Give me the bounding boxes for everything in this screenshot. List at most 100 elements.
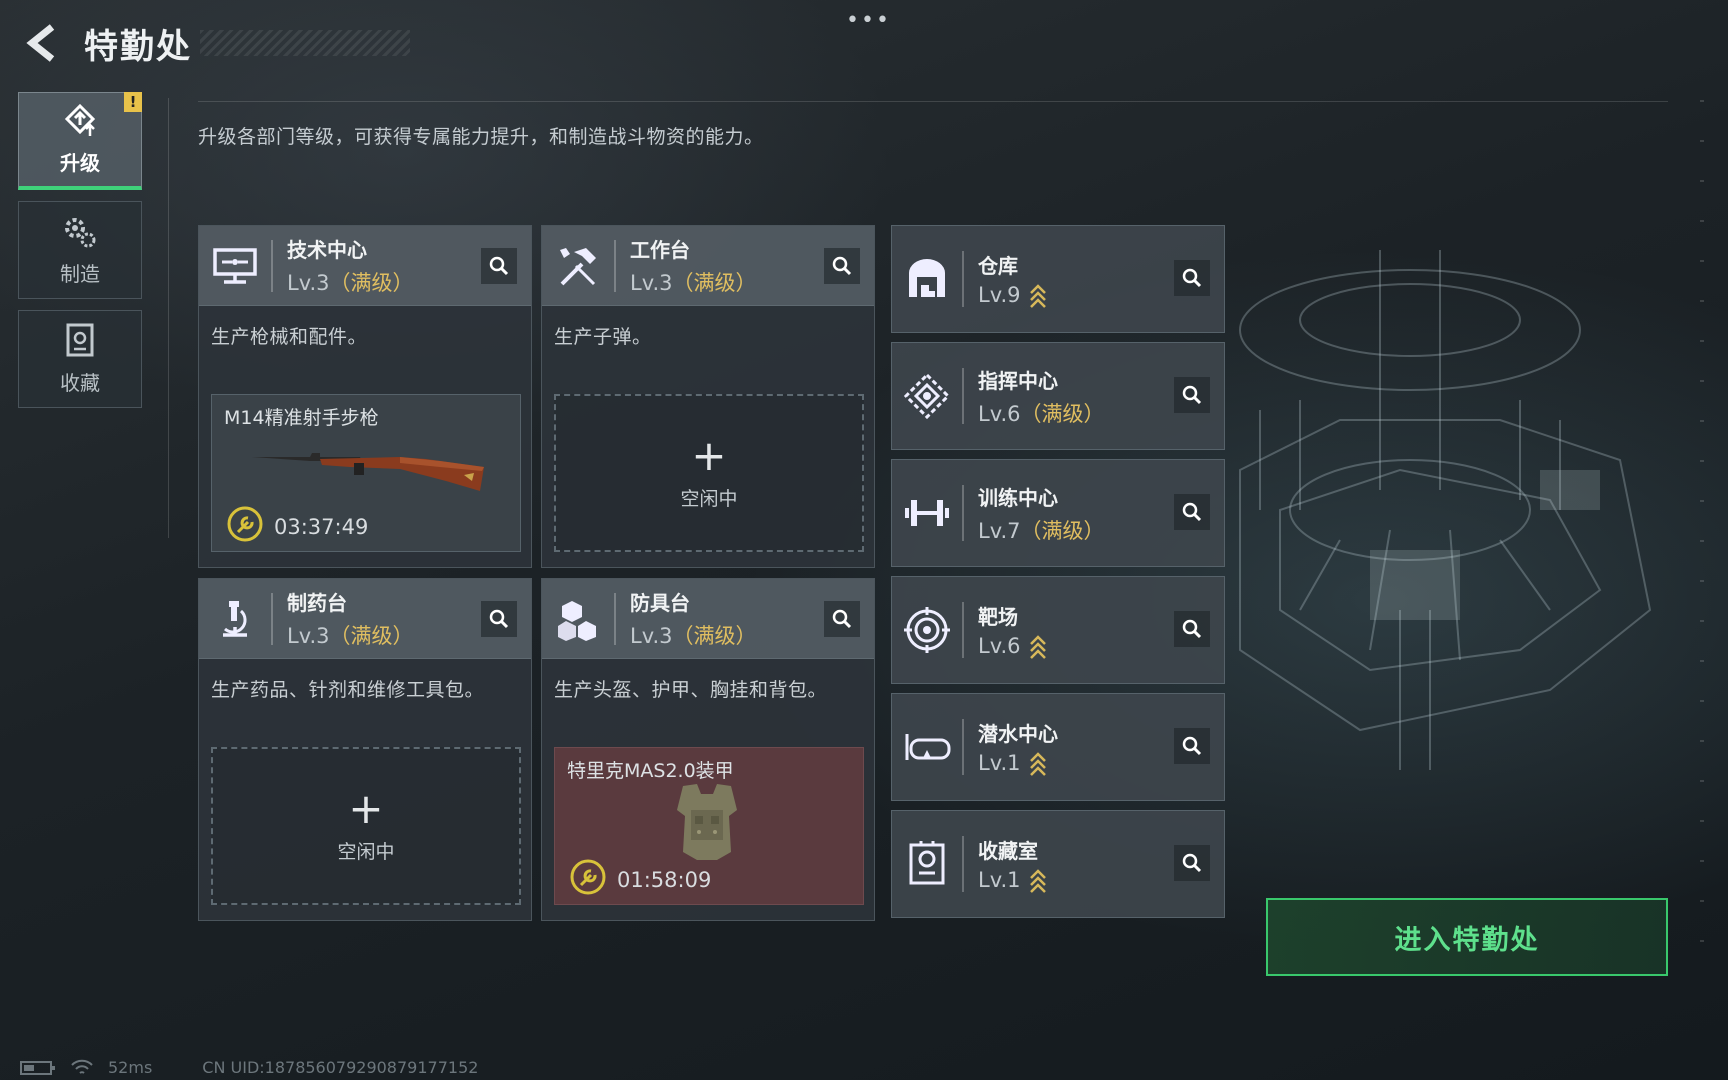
back-button[interactable]	[20, 21, 64, 65]
search-button[interactable]	[1174, 260, 1210, 296]
card-level: Lv.3	[630, 624, 673, 648]
search-button[interactable]	[1174, 377, 1210, 413]
card-header: 技术中心 Lv.3（满级）	[199, 226, 531, 306]
user-uid: CN UID:1878560792908791771​52	[202, 1058, 479, 1077]
production-timer: 03:37:49	[274, 515, 369, 539]
upgrade-available-icon	[1029, 283, 1046, 308]
full-level-tag: （满级）	[329, 624, 414, 648]
add-icon: +	[348, 783, 384, 833]
nav-tab-craft[interactable]: 制造	[18, 201, 142, 299]
search-button[interactable]	[1174, 845, 1210, 881]
card-workbench[interactable]: 工作台 Lv.3（满级） 生产子弹。 + 空闲中	[541, 225, 875, 568]
card-name: 工作台	[630, 238, 690, 262]
search-button[interactable]	[824, 601, 860, 637]
left-nav: ! 升级 制造 收藏	[18, 92, 144, 419]
card-collection-room[interactable]: 收藏室 Lv.1	[891, 810, 1225, 918]
search-button[interactable]	[1174, 494, 1210, 530]
card-name: 训练中心	[978, 485, 1058, 510]
search-button[interactable]	[481, 601, 517, 637]
search-button[interactable]	[481, 248, 517, 284]
card-name: 技术中心	[287, 238, 367, 262]
card-description: 生产子弹。	[554, 326, 652, 348]
card-training-center[interactable]: 训练中心 Lv.7（满级）	[891, 459, 1225, 567]
card-name: 仓库	[978, 253, 1018, 278]
wrench-timer-icon	[227, 506, 263, 542]
collection-room-icon	[892, 814, 962, 914]
status-footer: 52ms CN UID:1878560792908791771​52	[20, 1058, 478, 1077]
card-name: 制药台	[287, 591, 347, 615]
upgrade-available-icon	[1029, 634, 1046, 659]
search-icon	[1182, 268, 1202, 288]
page-description: 升级各部门等级，可获得专属能力提升，和制造战斗物资的能力。	[198, 126, 764, 148]
full-level-tag: （满级）	[1020, 401, 1105, 426]
rifle-icon	[252, 453, 484, 491]
card-name: 靶场	[978, 604, 1018, 629]
enter-button-label: 进入特勤处	[1394, 924, 1540, 956]
production-slot[interactable]: 特里克MAS2.0装甲 01:58:09	[554, 747, 864, 905]
enter-facility-button[interactable]: 进入特勤处	[1266, 898, 1668, 976]
card-name: 指挥中心	[978, 368, 1058, 393]
separator	[271, 239, 273, 292]
add-icon: +	[691, 430, 727, 480]
search-button[interactable]	[1174, 728, 1210, 764]
divider	[198, 101, 1668, 102]
search-icon	[832, 256, 852, 276]
header: 特勤处	[20, 18, 192, 68]
search-icon	[832, 609, 852, 629]
idle-slot[interactable]: + 空闲中	[554, 394, 864, 552]
card-level: Lv.3	[287, 624, 330, 648]
card-header: 防具台 Lv.3（满级）	[542, 579, 874, 659]
card-warehouse[interactable]: 仓库 Lv.9	[891, 225, 1225, 333]
facility-wireframe-illustration	[1239, 250, 1652, 770]
nav-tab-label: 升级	[60, 151, 100, 175]
production-slot[interactable]: M14精准射手步枪 03:37:49	[211, 394, 521, 552]
collection-icon	[66, 323, 94, 356]
separator	[614, 239, 616, 292]
card-description: 生产药品、针剂和维修工具包。	[211, 679, 485, 701]
gears-icon	[65, 217, 96, 247]
command-center-icon	[892, 346, 962, 446]
search-icon	[489, 256, 509, 276]
separator	[962, 485, 964, 541]
ping-value: 52ms	[108, 1058, 153, 1077]
card-name: 防具台	[630, 591, 690, 615]
card-pharmacy[interactable]: 制药台 Lv.3（满级） 生产药品、针剂和维修工具包。 + 空闲中	[198, 578, 532, 921]
separator	[271, 592, 273, 645]
computer-icon	[199, 226, 271, 306]
warehouse-icon	[892, 229, 962, 329]
search-button[interactable]	[1174, 611, 1210, 647]
title-decoration	[200, 30, 410, 56]
wifi-icon	[71, 1059, 93, 1074]
production-timer: 01:58:09	[617, 868, 712, 892]
card-name: 潜水中心	[978, 721, 1058, 746]
idle-slot[interactable]: + 空闲中	[211, 747, 521, 905]
card-level: Lv.3	[287, 271, 330, 295]
search-icon	[1182, 736, 1202, 756]
card-level: Lv.1	[978, 867, 1021, 892]
menu-dots[interactable]: •••	[846, 8, 891, 33]
search-icon	[1182, 385, 1202, 405]
card-diving-center[interactable]: 潜水中心 Lv.1	[891, 693, 1225, 801]
card-armory[interactable]: 防具台 Lv.3（满级） 生产头盔、护甲、胸挂和背包。 特里克MAS2.0装甲 …	[541, 578, 875, 921]
nav-tab-upgrade[interactable]: ! 升级	[18, 92, 142, 190]
full-level-tag: （满级）	[672, 624, 757, 648]
card-tech-center[interactable]: 技术中心 Lv.3（满级） 生产枪械和配件。 M14精准射手步枪 03:37:4…	[198, 225, 532, 568]
separator	[962, 602, 964, 658]
card-level: Lv.6	[978, 633, 1021, 658]
separator	[962, 251, 964, 307]
nav-tab-collection[interactable]: 收藏	[18, 310, 142, 408]
search-icon	[489, 609, 509, 629]
search-button[interactable]	[824, 248, 860, 284]
card-shooting-range[interactable]: 靶场 Lv.6	[891, 576, 1225, 684]
notification-badge: !	[124, 92, 142, 112]
item-name: M14精准射手步枪	[224, 407, 379, 429]
card-level: Lv.3	[630, 271, 673, 295]
card-name: 收藏室	[978, 838, 1038, 863]
full-level-tag: （满级）	[1020, 518, 1105, 543]
dumbbell-icon	[892, 463, 962, 563]
separator	[962, 836, 964, 892]
microscope-icon	[199, 579, 271, 659]
page-title: 特勤处	[84, 26, 192, 67]
card-command-center[interactable]: 指挥中心 Lv.6（满级）	[891, 342, 1225, 450]
upgrade-available-icon	[1029, 751, 1046, 776]
